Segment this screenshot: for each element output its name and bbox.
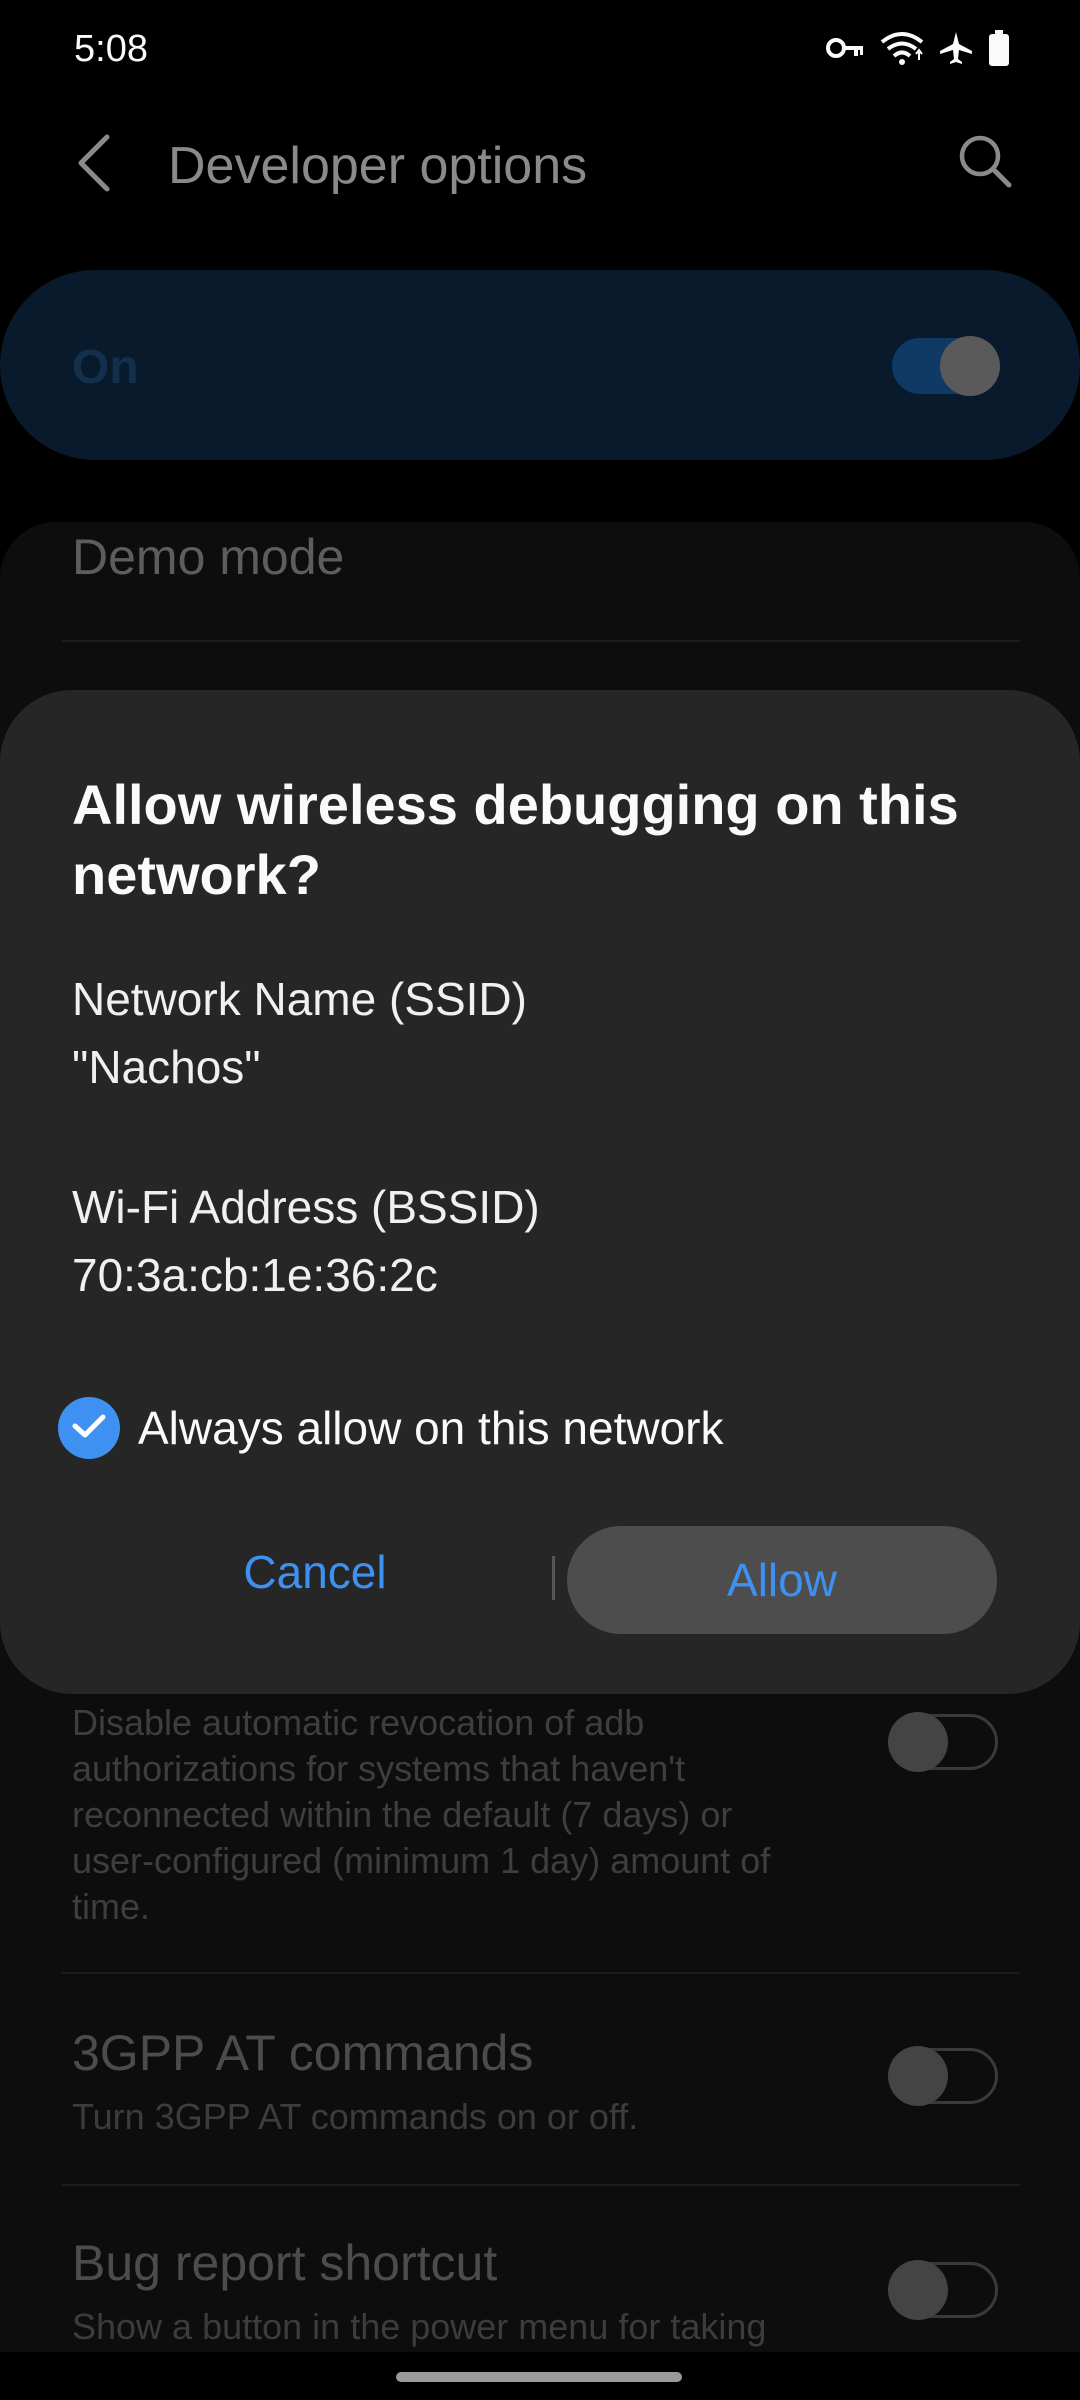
adb-revocation-toggle[interactable] — [888, 1712, 998, 1772]
demo-mode-item[interactable]: Demo mode — [72, 528, 344, 586]
battery-icon — [988, 30, 1010, 66]
status-icons — [826, 30, 1010, 66]
gesture-nav-handle[interactable] — [396, 2372, 682, 2382]
bug-report-shortcut-subtitle: Show a button in the power menu for taki… — [72, 2306, 767, 2347]
toggle-knob — [888, 1712, 948, 1772]
dialog-title: Allow wireless debugging on this network… — [72, 773, 959, 906]
allow-button[interactable]: Allow — [567, 1526, 997, 1634]
bug-report-shortcut-title[interactable]: Bug report shortcut — [72, 2234, 497, 2292]
divider — [62, 640, 1020, 642]
bssid-value: 70:3a:cb:1e:36:2c — [72, 1249, 438, 1301]
back-arrow-icon — [75, 133, 115, 198]
developer-options-master-switch[interactable]: On — [0, 270, 1080, 460]
status-time: 5:08 — [74, 28, 148, 70]
toggle-knob — [940, 336, 1000, 396]
ssid-value: "Nachos" — [72, 1041, 261, 1093]
always-allow-checkbox[interactable] — [58, 1397, 120, 1459]
3gpp-at-commands-title[interactable]: 3GPP AT commands — [72, 2024, 533, 2082]
bssid-label: Wi-Fi Address (BSSID) — [72, 1181, 540, 1233]
status-bar: 5:08 — [0, 0, 1080, 100]
wireless-debugging-dialog: Allow wireless debugging on this network… — [0, 690, 1080, 1694]
3gpp-at-commands-subtitle: Turn 3GPP AT commands on or off. — [72, 2096, 639, 2137]
divider — [62, 2184, 1020, 2186]
always-allow-checkbox-row[interactable]: Always allow on this network — [58, 1396, 723, 1460]
3gpp-at-commands-toggle[interactable] — [888, 2046, 998, 2106]
adb-revocation-description: Disable automatic revocation of adb auth… — [72, 1702, 771, 1927]
cancel-button[interactable]: Cancel — [150, 1522, 480, 1622]
vpn-key-icon — [826, 33, 866, 63]
airplane-icon — [938, 30, 974, 66]
master-switch-label: On — [72, 341, 139, 394]
search-button[interactable] — [950, 128, 1020, 198]
checkmark-icon — [71, 1412, 107, 1445]
divider — [62, 1972, 1020, 1974]
button-separator — [552, 1556, 555, 1600]
always-allow-label: Always allow on this network — [138, 1402, 724, 1454]
toggle-knob — [888, 2260, 948, 2320]
master-toggle[interactable] — [892, 336, 1000, 396]
app-bar: Developer options — [0, 100, 1080, 230]
bug-report-shortcut-toggle[interactable] — [888, 2260, 998, 2320]
wifi-icon — [880, 30, 924, 66]
search-icon — [957, 133, 1013, 194]
toggle-knob — [888, 2046, 948, 2106]
page-title: Developer options — [168, 137, 588, 195]
ssid-label: Network Name (SSID) — [72, 973, 527, 1025]
back-button[interactable] — [60, 130, 130, 200]
